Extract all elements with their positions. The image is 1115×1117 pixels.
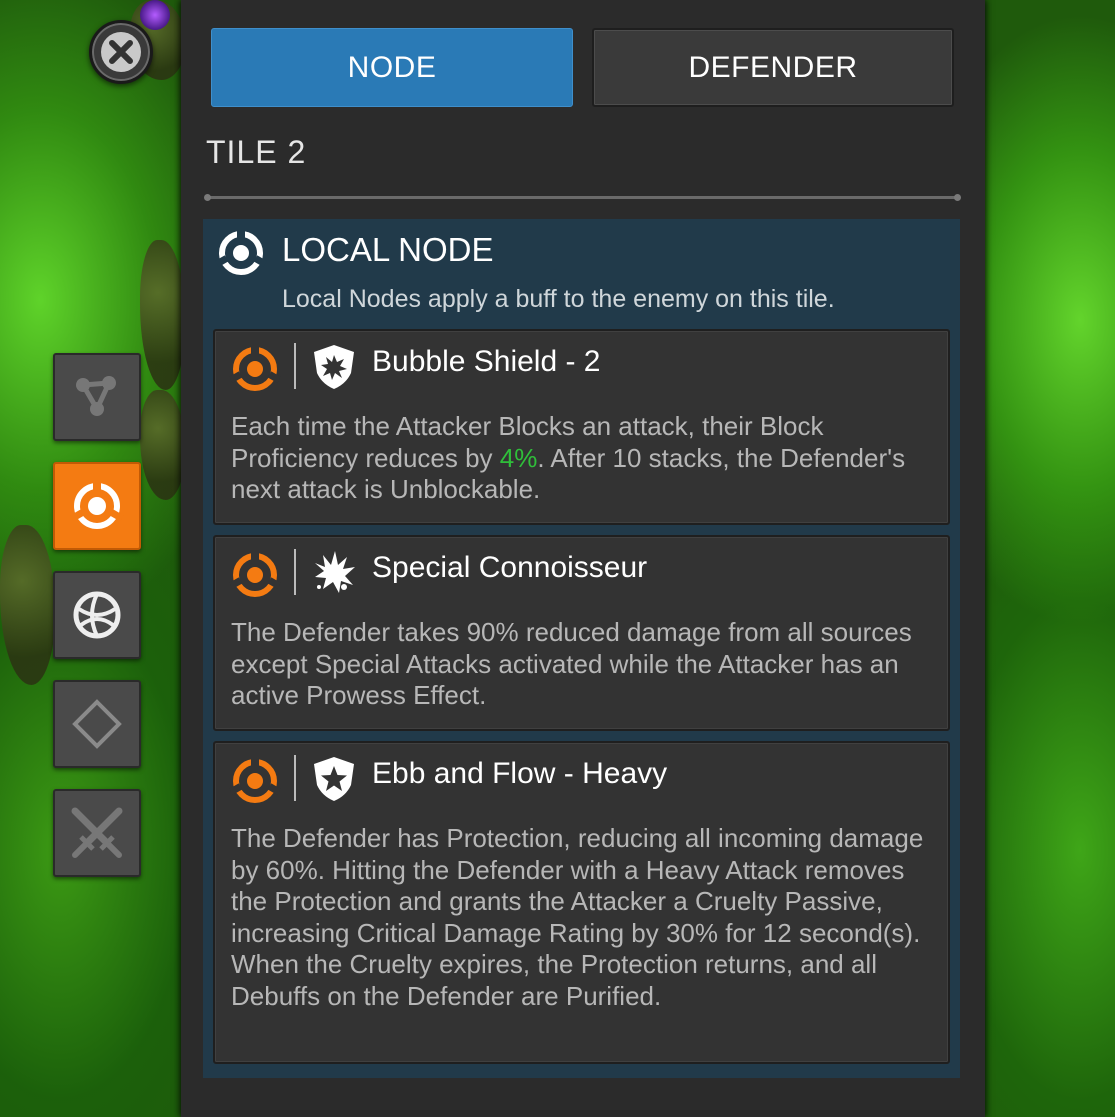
background-crystal [140, 0, 170, 30]
divider [204, 194, 961, 201]
background-rock [140, 390, 185, 500]
node-card[interactable]: Ebb and Flow - Heavy The Defender has Pr… [213, 741, 950, 1064]
local-node-icon [70, 481, 124, 529]
card-title: Bubble Shield - 2 [372, 345, 601, 378]
path-tab[interactable] [53, 353, 141, 441]
node-info-panel: NODE DEFENDER TILE 2 LOCAL NODE Local No… [181, 0, 985, 1117]
local-node-icon [215, 229, 267, 275]
section-description: Local Nodes apply a buff to the enemy on… [282, 285, 835, 313]
separator [294, 549, 296, 595]
shield-burst-icon [314, 345, 354, 389]
background-rock [0, 525, 55, 685]
globe-icon [73, 591, 121, 639]
tile-title: TILE 2 [206, 134, 307, 170]
global-node-tab[interactable] [53, 571, 141, 659]
fight-tab[interactable] [53, 789, 141, 877]
separator [294, 343, 296, 389]
local-node-icon [229, 345, 281, 391]
special-splash-icon [315, 551, 355, 593]
local-node-icon [229, 551, 281, 597]
background-rock [140, 240, 185, 390]
separator [294, 755, 296, 801]
section-title: LOCAL NODE [282, 231, 494, 268]
card-description: The Defender has Protection, reducing al… [231, 823, 924, 1011]
diamond-icon [72, 699, 122, 749]
node-graph-icon [76, 376, 116, 416]
card-description: The Defender takes 90% reduced damage fr… [231, 617, 912, 710]
card-description: Each time the Attacker Blocks an attack,… [231, 411, 906, 504]
close-icon [101, 32, 141, 72]
card-title: Special Connoisseur [372, 551, 648, 584]
card-title: Ebb and Flow - Heavy [372, 757, 668, 790]
node-card[interactable]: Special Connoisseur The Defender takes 9… [213, 535, 950, 731]
rewards-tab[interactable] [53, 680, 141, 768]
local-node-section: LOCAL NODE Local Nodes apply a buff to t… [203, 219, 960, 1078]
node-card[interactable]: Bubble Shield - 2 Each time the Attacker… [213, 329, 950, 525]
local-node-icon [229, 757, 281, 803]
shield-star-icon [314, 757, 354, 801]
local-node-tab[interactable] [53, 462, 141, 550]
highlight-value: 4% [499, 442, 538, 473]
close-button[interactable] [89, 20, 153, 84]
crossed-swords-icon [71, 807, 123, 858]
tab-defender[interactable]: DEFENDER [592, 28, 954, 107]
tab-node[interactable]: NODE [211, 28, 573, 107]
